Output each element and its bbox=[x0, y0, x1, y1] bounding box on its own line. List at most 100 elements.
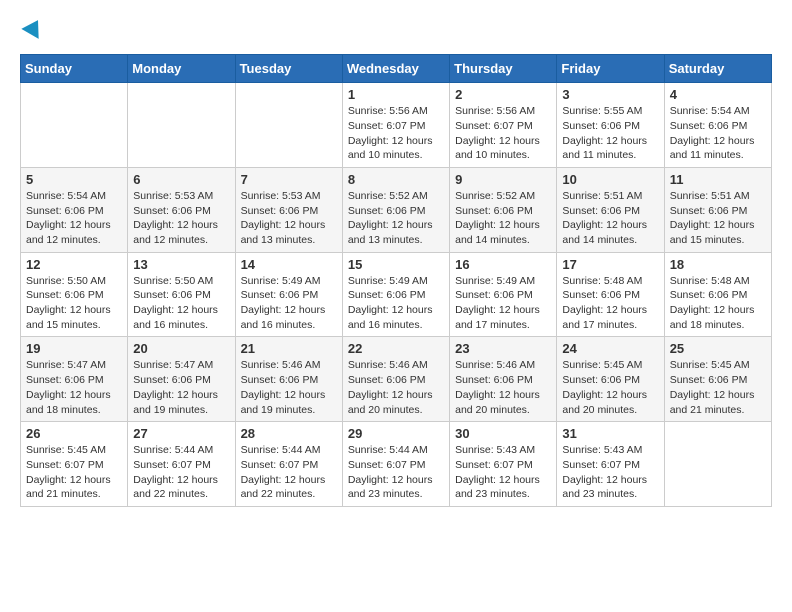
calendar-cell: 23Sunrise: 5:46 AM Sunset: 6:06 PM Dayli… bbox=[450, 337, 557, 422]
calendar-cell: 8 Sunrise: 5:52 AM Sunset: 6:06 PM Daylig… bbox=[342, 167, 449, 252]
day-info: Sunrise: 5:54 AM Sunset: 6:06 PM Dayligh… bbox=[670, 104, 766, 163]
calendar-cell: 21Sunrise: 5:46 AM Sunset: 6:06 PM Dayli… bbox=[235, 337, 342, 422]
day-info: Sunrise: 5:56 AM Sunset: 6:07 PM Dayligh… bbox=[455, 104, 551, 163]
day-number: 15 bbox=[348, 257, 444, 272]
day-info: Sunrise: 5:45 AM Sunset: 6:06 PM Dayligh… bbox=[670, 358, 766, 417]
calendar-cell: 16 Sunrise: 5:49 AM Sunset: 6:06 PM Dayli… bbox=[450, 252, 557, 337]
calendar-cell bbox=[21, 83, 128, 168]
day-number: 6 bbox=[133, 172, 229, 187]
day-info: Sunrise: 5:52 AM Sunset: 6:06 PM Dayligh… bbox=[455, 189, 551, 248]
day-number: 25 bbox=[670, 341, 766, 356]
day-info: Sunrise: 5:49 AM Sunset: 6:06 PM Dayligh… bbox=[455, 274, 551, 333]
calendar-cell: 4 Sunrise: 5:54 AM Sunset: 6:06 PM Daylig… bbox=[664, 83, 771, 168]
day-number: 11 bbox=[670, 172, 766, 187]
weekday-header-row: SundayMondayTuesdayWednesdayThursdayFrid… bbox=[21, 55, 772, 83]
weekday-header: Sunday bbox=[21, 55, 128, 83]
day-info: Sunrise: 5:55 AM Sunset: 6:06 PM Dayligh… bbox=[562, 104, 658, 163]
calendar-table: SundayMondayTuesdayWednesdayThursdayFrid… bbox=[20, 54, 772, 507]
day-info: Sunrise: 5:56 AM Sunset: 6:07 PM Dayligh… bbox=[348, 104, 444, 163]
day-info: Sunrise: 5:45 AM Sunset: 6:06 PM Dayligh… bbox=[562, 358, 658, 417]
page-header bbox=[20, 20, 772, 44]
day-info: Sunrise: 5:49 AM Sunset: 6:06 PM Dayligh… bbox=[241, 274, 337, 333]
day-number: 16 bbox=[455, 257, 551, 272]
calendar-cell: 30Sunrise: 5:43 AM Sunset: 6:07 PM Dayli… bbox=[450, 422, 557, 507]
calendar-cell: 10 Sunrise: 5:51 AM Sunset: 6:06 PM Dayli… bbox=[557, 167, 664, 252]
day-number: 29 bbox=[348, 426, 444, 441]
day-number: 4 bbox=[670, 87, 766, 102]
calendar-cell: 19 Sunrise: 5:47 AM Sunset: 6:06 PM Dayli… bbox=[21, 337, 128, 422]
day-number: 20 bbox=[133, 341, 229, 356]
day-info: Sunrise: 5:51 AM Sunset: 6:06 PM Dayligh… bbox=[562, 189, 658, 248]
logo-icon bbox=[21, 15, 46, 39]
day-number: 19 bbox=[26, 341, 122, 356]
logo bbox=[20, 20, 44, 44]
calendar-cell: 3 Sunrise: 5:55 AM Sunset: 6:06 PM Daylig… bbox=[557, 83, 664, 168]
calendar-cell: 17 Sunrise: 5:48 AM Sunset: 6:06 PM Dayli… bbox=[557, 252, 664, 337]
calendar-week-row: 26 Sunrise: 5:45 AM Sunset: 6:07 PM Dayli… bbox=[21, 422, 772, 507]
calendar-cell: 15 Sunrise: 5:49 AM Sunset: 6:06 PM Dayli… bbox=[342, 252, 449, 337]
calendar-cell: 31Sunrise: 5:43 AM Sunset: 6:07 PM Dayli… bbox=[557, 422, 664, 507]
weekday-header: Thursday bbox=[450, 55, 557, 83]
calendar-cell: 29 Sunrise: 5:44 AM Sunset: 6:07 PM Dayli… bbox=[342, 422, 449, 507]
day-info: Sunrise: 5:52 AM Sunset: 6:06 PM Dayligh… bbox=[348, 189, 444, 248]
calendar-cell: 7 Sunrise: 5:53 AM Sunset: 6:06 PM Daylig… bbox=[235, 167, 342, 252]
day-info: Sunrise: 5:47 AM Sunset: 6:06 PM Dayligh… bbox=[26, 358, 122, 417]
day-number: 7 bbox=[241, 172, 337, 187]
calendar-cell bbox=[664, 422, 771, 507]
day-info: Sunrise: 5:54 AM Sunset: 6:06 PM Dayligh… bbox=[26, 189, 122, 248]
day-number: 2 bbox=[455, 87, 551, 102]
calendar-cell: 28 Sunrise: 5:44 AM Sunset: 6:07 PM Dayli… bbox=[235, 422, 342, 507]
day-number: 13 bbox=[133, 257, 229, 272]
weekday-header: Tuesday bbox=[235, 55, 342, 83]
day-info: Sunrise: 5:45 AM Sunset: 6:07 PM Dayligh… bbox=[26, 443, 122, 502]
day-info: Sunrise: 5:48 AM Sunset: 6:06 PM Dayligh… bbox=[562, 274, 658, 333]
day-number: 17 bbox=[562, 257, 658, 272]
calendar-cell: 5Sunrise: 5:54 AM Sunset: 6:06 PM Daylig… bbox=[21, 167, 128, 252]
weekday-header: Monday bbox=[128, 55, 235, 83]
day-info: Sunrise: 5:43 AM Sunset: 6:07 PM Dayligh… bbox=[455, 443, 551, 502]
day-info: Sunrise: 5:50 AM Sunset: 6:06 PM Dayligh… bbox=[133, 274, 229, 333]
calendar-cell: 26 Sunrise: 5:45 AM Sunset: 6:07 PM Dayli… bbox=[21, 422, 128, 507]
day-info: Sunrise: 5:44 AM Sunset: 6:07 PM Dayligh… bbox=[133, 443, 229, 502]
calendar-cell: 11 Sunrise: 5:51 AM Sunset: 6:06 PM Dayli… bbox=[664, 167, 771, 252]
day-info: Sunrise: 5:44 AM Sunset: 6:07 PM Dayligh… bbox=[241, 443, 337, 502]
day-info: Sunrise: 5:44 AM Sunset: 6:07 PM Dayligh… bbox=[348, 443, 444, 502]
day-info: Sunrise: 5:50 AM Sunset: 6:06 PM Dayligh… bbox=[26, 274, 122, 333]
day-number: 1 bbox=[348, 87, 444, 102]
calendar-cell: 2 Sunrise: 5:56 AM Sunset: 6:07 PM Daylig… bbox=[450, 83, 557, 168]
day-number: 18 bbox=[670, 257, 766, 272]
day-number: 10 bbox=[562, 172, 658, 187]
day-info: Sunrise: 5:51 AM Sunset: 6:06 PM Dayligh… bbox=[670, 189, 766, 248]
day-info: Sunrise: 5:48 AM Sunset: 6:06 PM Dayligh… bbox=[670, 274, 766, 333]
calendar-cell: 6Sunrise: 5:53 AM Sunset: 6:06 PM Daylig… bbox=[128, 167, 235, 252]
day-number: 26 bbox=[26, 426, 122, 441]
day-number: 24 bbox=[562, 341, 658, 356]
day-number: 3 bbox=[562, 87, 658, 102]
calendar-cell: 25 Sunrise: 5:45 AM Sunset: 6:06 PM Dayli… bbox=[664, 337, 771, 422]
calendar-cell: 9 Sunrise: 5:52 AM Sunset: 6:06 PM Daylig… bbox=[450, 167, 557, 252]
calendar-cell: 20 Sunrise: 5:47 AM Sunset: 6:06 PM Dayli… bbox=[128, 337, 235, 422]
day-info: Sunrise: 5:47 AM Sunset: 6:06 PM Dayligh… bbox=[133, 358, 229, 417]
day-number: 28 bbox=[241, 426, 337, 441]
calendar-week-row: 1 Sunrise: 5:56 AM Sunset: 6:07 PM Daylig… bbox=[21, 83, 772, 168]
day-number: 22 bbox=[348, 341, 444, 356]
day-info: Sunrise: 5:46 AM Sunset: 6:06 PM Dayligh… bbox=[455, 358, 551, 417]
calendar-cell: 18 Sunrise: 5:48 AM Sunset: 6:06 PM Dayli… bbox=[664, 252, 771, 337]
day-number: 9 bbox=[455, 172, 551, 187]
day-info: Sunrise: 5:53 AM Sunset: 6:06 PM Dayligh… bbox=[241, 189, 337, 248]
calendar-week-row: 12Sunrise: 5:50 AM Sunset: 6:06 PM Dayli… bbox=[21, 252, 772, 337]
weekday-header: Saturday bbox=[664, 55, 771, 83]
calendar-cell bbox=[235, 83, 342, 168]
calendar-cell: 22Sunrise: 5:46 AM Sunset: 6:06 PM Dayli… bbox=[342, 337, 449, 422]
day-number: 27 bbox=[133, 426, 229, 441]
day-number: 21 bbox=[241, 341, 337, 356]
calendar-week-row: 19 Sunrise: 5:47 AM Sunset: 6:06 PM Dayli… bbox=[21, 337, 772, 422]
day-info: Sunrise: 5:43 AM Sunset: 6:07 PM Dayligh… bbox=[562, 443, 658, 502]
calendar-cell: 14Sunrise: 5:49 AM Sunset: 6:06 PM Dayli… bbox=[235, 252, 342, 337]
day-info: Sunrise: 5:49 AM Sunset: 6:06 PM Dayligh… bbox=[348, 274, 444, 333]
day-number: 8 bbox=[348, 172, 444, 187]
calendar-cell: 1 Sunrise: 5:56 AM Sunset: 6:07 PM Daylig… bbox=[342, 83, 449, 168]
calendar-week-row: 5Sunrise: 5:54 AM Sunset: 6:06 PM Daylig… bbox=[21, 167, 772, 252]
weekday-header: Wednesday bbox=[342, 55, 449, 83]
calendar-cell: 24 Sunrise: 5:45 AM Sunset: 6:06 PM Dayli… bbox=[557, 337, 664, 422]
